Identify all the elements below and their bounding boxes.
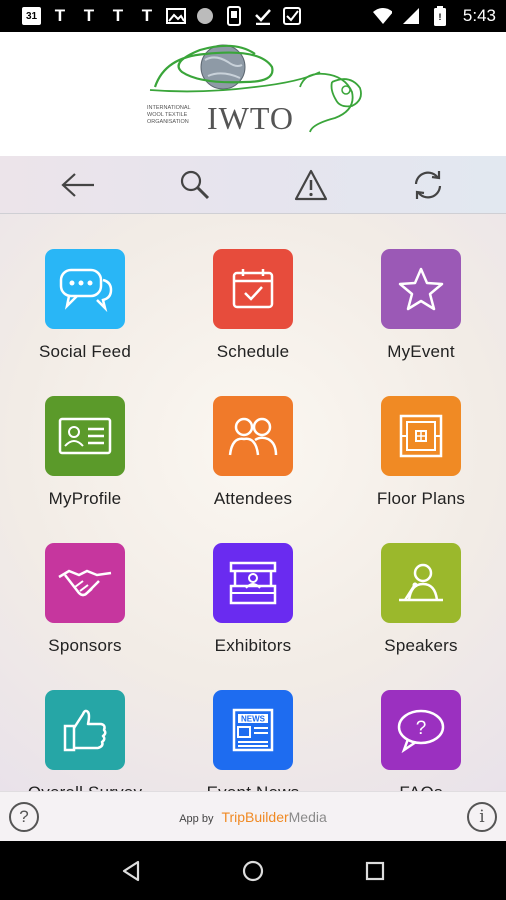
download-done-icon <box>253 7 273 25</box>
tile-speakers[interactable]: Speakers <box>337 543 505 656</box>
alert-icon <box>295 169 328 200</box>
tile-label: FAQs <box>337 783 505 791</box>
logo-subtitle-line: WOOL TEXTILE <box>147 112 188 118</box>
tile-label: MyEvent <box>387 342 455 361</box>
speaker-podium-icon <box>399 563 443 602</box>
calendar-check-icon <box>232 269 274 309</box>
nav-back-button[interactable] <box>111 851 151 891</box>
tripbuilder-logo: TripBuilderMedia <box>221 808 327 825</box>
refresh-icon <box>414 170 441 199</box>
tile-icon-box <box>213 543 293 623</box>
wifi-icon <box>372 7 392 25</box>
event-logo-banner: INTERNATIONAL WOOL TEXTILE ORGANISATION … <box>0 32 506 156</box>
status-bar: 31 T T T T ! 5:43 <box>0 0 506 32</box>
menu-grid: Social Feed Schedule MyEvent MyProfile A… <box>0 214 506 791</box>
info-button[interactable]: i <box>467 802 497 832</box>
tile-label: Schedule <box>216 342 290 361</box>
tile-social-feed[interactable]: Social Feed <box>1 249 169 362</box>
battery-icon: ! <box>430 6 450 26</box>
back-button[interactable] <box>56 163 100 207</box>
handshake-icon <box>58 569 112 597</box>
calendar-notification-icon: 31 <box>22 7 41 25</box>
app-credit[interactable]: App by TripBuilderMedia <box>179 809 327 825</box>
tile-faqs[interactable]: ? FAQs <box>337 690 505 791</box>
logo-subtitle-line: INTERNATIONAL <box>147 105 191 111</box>
tile-label: Social Feed <box>39 342 131 361</box>
search-button[interactable] <box>173 163 217 207</box>
alerts-button[interactable] <box>289 163 333 207</box>
search-icon <box>180 170 209 199</box>
people-icon <box>228 417 278 456</box>
tile-icon-box: NEWS <box>213 690 293 770</box>
notification-t-icon: T <box>54 6 66 25</box>
svg-text:!: ! <box>438 12 441 22</box>
image-notification-icon <box>166 7 186 25</box>
circle-notification-icon <box>195 7 215 25</box>
recents-square-icon <box>365 861 385 880</box>
clock: 5:43 <box>462 6 496 25</box>
tile-floor-plans[interactable]: Floor Plans <box>337 396 505 509</box>
help-button[interactable]: ? <box>9 802 39 832</box>
tile-icon-box <box>213 396 293 476</box>
back-triangle-icon <box>122 860 140 881</box>
notification-t-icon: T <box>141 6 153 25</box>
id-card-icon <box>58 417 112 455</box>
tile-schedule[interactable]: Schedule <box>169 249 337 362</box>
iwto-logo: INTERNATIONAL WOOL TEXTILE ORGANISATION … <box>147 44 362 136</box>
edit-check-icon <box>282 7 302 25</box>
newspaper-icon: NEWS <box>232 708 274 752</box>
tile-label: Overall Survey <box>1 783 169 791</box>
tile-icon-box <box>45 249 125 329</box>
info-icon: i <box>479 807 485 827</box>
tile-icon-box <box>45 543 125 623</box>
tile-icon-box <box>213 249 293 329</box>
booth-icon <box>229 561 277 605</box>
help-icon: ? <box>19 807 29 826</box>
footer: ? App by TripBuilderMedia i <box>0 791 506 841</box>
floor-plan-icon <box>399 414 443 458</box>
tile-label: MyProfile <box>48 489 122 508</box>
tile-event-news[interactable]: NEWS Event News <box>169 690 337 791</box>
tile-label: Event News <box>169 783 337 791</box>
tile-icon-box <box>45 396 125 476</box>
nav-recents-button[interactable] <box>355 851 395 891</box>
logo-name: IWTO <box>207 100 294 136</box>
tile-myevent[interactable]: MyEvent <box>337 249 505 362</box>
refresh-button[interactable] <box>406 163 450 207</box>
chat-bubbles-icon <box>59 268 113 313</box>
tile-icon-box <box>381 396 461 476</box>
logo-subtitle-line: ORGANISATION <box>147 119 189 125</box>
notification-t-icon: T <box>112 6 124 25</box>
tile-sponsors[interactable]: Sponsors <box>1 543 169 656</box>
svg-text:?: ? <box>416 718 427 739</box>
svg-text:NEWS: NEWS <box>241 715 266 724</box>
tile-icon-box <box>381 543 461 623</box>
tile-icon-box: ? <box>381 690 461 770</box>
tile-exhibitors[interactable]: Exhibitors <box>169 543 337 656</box>
tile-label: Exhibitors <box>214 636 292 655</box>
tile-icon-box <box>381 249 461 329</box>
tile-overall-survey[interactable]: Overall Survey <box>1 690 169 791</box>
tile-attendees[interactable]: Attendees <box>169 396 337 509</box>
tile-icon-box <box>45 690 125 770</box>
toolbar <box>0 156 506 214</box>
question-bubble-icon: ? <box>397 709 445 753</box>
tile-label: Sponsors <box>48 636 122 655</box>
nav-home-button[interactable] <box>233 851 273 891</box>
tile-myprofile[interactable]: MyProfile <box>1 396 169 509</box>
app-by-label: App by <box>179 812 214 825</box>
signal-icon <box>401 7 421 25</box>
back-arrow-icon <box>61 172 95 197</box>
star-icon <box>398 267 444 311</box>
notification-t-icon: T <box>83 6 95 25</box>
tile-label: Attendees <box>213 489 293 508</box>
android-nav-bar <box>0 841 506 900</box>
phone-notification-icon <box>224 6 244 26</box>
tile-label: Speakers <box>384 636 458 655</box>
thumbs-up-icon <box>63 709 107 752</box>
home-circle-icon <box>242 860 264 881</box>
tile-label: Floor Plans <box>376 489 466 508</box>
